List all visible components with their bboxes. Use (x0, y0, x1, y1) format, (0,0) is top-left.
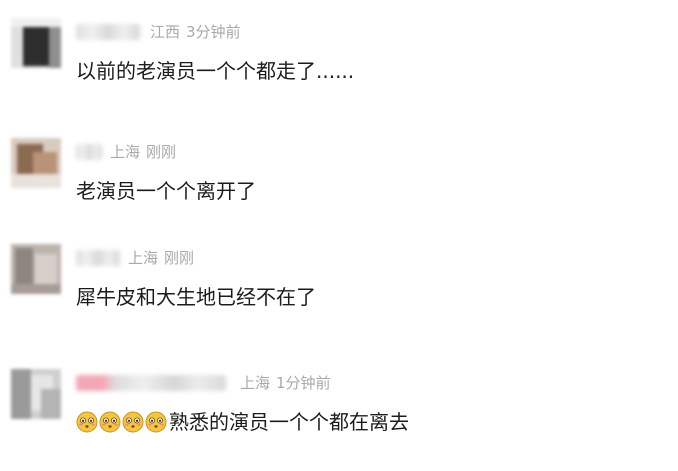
flushed-face-icon (145, 411, 167, 433)
location-label: 上海 (128, 249, 159, 267)
comment-text: 老演员一个个离开了 (76, 179, 256, 203)
comment-item: 江西 3分钟前 以前的老演员一个个都走了...... (0, 18, 678, 110)
comment-meta: 上海 刚刚 (128, 248, 194, 268)
flushed-face-icon (122, 411, 144, 433)
location-label: 上海 (240, 374, 271, 392)
location-label: 江西 (150, 23, 181, 41)
comment-meta: 上海 刚刚 (110, 142, 176, 162)
username-blurred[interactable] (76, 24, 140, 40)
comment-meta: 上海 1分钟前 (240, 373, 331, 393)
comment-item: 上海 刚刚 犀牛皮和大生地已经不在了 (0, 244, 678, 336)
comment-meta: 江西 3分钟前 (150, 22, 241, 42)
comment-item: 上海 刚刚 老演员一个个离开了 (0, 138, 678, 230)
location-label: 上海 (110, 143, 141, 161)
username-blurred[interactable] (76, 250, 120, 266)
avatar[interactable] (11, 138, 61, 188)
avatar[interactable] (11, 369, 61, 419)
avatar[interactable] (11, 18, 61, 68)
flushed-face-icon (76, 411, 98, 433)
comment-text: 以前的老演员一个个都走了...... (76, 59, 355, 83)
timestamp-label: 刚刚 (146, 143, 177, 161)
username-blurred[interactable] (76, 375, 226, 391)
avatar[interactable] (11, 244, 61, 294)
flushed-face-icon (99, 411, 121, 433)
timestamp-label: 3分钟前 (186, 23, 241, 41)
comment-text: 犀牛皮和大生地已经不在了 (76, 285, 316, 309)
comment-content-row: 熟悉的演员一个个都在离去 (76, 409, 409, 435)
comment-item: 上海 1分钟前 熟悉的演员一个个都在离去 (0, 369, 678, 461)
timestamp-label: 1分钟前 (276, 374, 331, 392)
timestamp-label: 刚刚 (164, 249, 195, 267)
username-blurred[interactable] (76, 144, 102, 160)
comment-text: 熟悉的演员一个个都在离去 (169, 410, 409, 434)
